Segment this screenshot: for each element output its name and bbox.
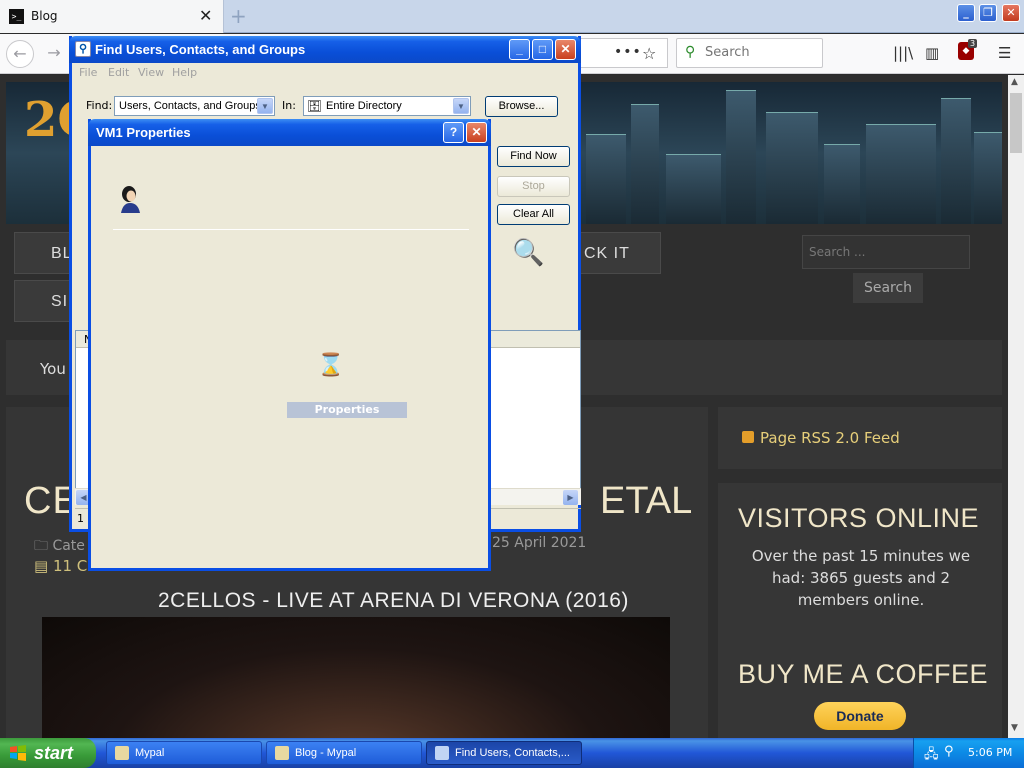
taskbar-item-blog[interactable]: Blog - Mypal — [266, 741, 422, 765]
nav-rock-it[interactable]: CK IT — [567, 232, 661, 274]
visitors-heading: VISITORS ONLINE — [738, 503, 980, 533]
rss-widget: Page RSS 2.0 Feed — [718, 407, 1002, 469]
page-scrollbar[interactable]: ▲ ▼ — [1008, 75, 1024, 740]
user-icon — [121, 186, 140, 213]
taskbar-item-find-users[interactable]: Find Users, Contacts,... — [426, 741, 582, 765]
donate-button[interactable]: Donate — [814, 702, 906, 730]
scroll-up-icon[interactable]: ▲ — [1011, 77, 1018, 87]
search-magnifier-icon: 🔍 — [512, 238, 545, 268]
find-minimize-button[interactable]: _ — [509, 39, 530, 60]
url-bar[interactable]: ••• ☆ — [578, 38, 668, 68]
rss-icon — [742, 431, 754, 443]
network-icon[interactable]: 🖧 — [924, 745, 939, 767]
menu-view[interactable]: View — [138, 66, 164, 79]
taskbar: start Mypal Blog - Mypal Find Users, Con… — [0, 738, 1024, 768]
page-actions-icon[interactable]: ••• — [614, 44, 642, 60]
visitors-text: Over the past 15 minutes we had: 3865 gu… — [751, 547, 971, 609]
tab-title: Blog — [31, 9, 58, 23]
browser-search-input[interactable] — [705, 45, 815, 60]
tab-favicon-icon: >_ — [9, 9, 24, 24]
help-button[interactable]: ? — [443, 122, 464, 143]
video-player[interactable] — [42, 617, 670, 740]
menu-help[interactable]: Help — [172, 66, 197, 79]
browser-tab-bar: >_ Blog ✕ + _ ❐ ✕ — [0, 0, 1024, 33]
vm1-properties-dialog: VM1 Properties ? ✕ ⌛ Properties — [88, 119, 491, 571]
find-maximize-button[interactable]: □ — [532, 39, 553, 60]
find-type-select[interactable]: Users, Contacts, and Groups ▼ — [114, 96, 275, 116]
taskbar-item-mypal[interactable]: Mypal — [106, 741, 262, 765]
search-icon: ⚲ — [685, 44, 696, 60]
breadcrumb-text: You — [40, 360, 66, 378]
minimize-button[interactable]: _ — [957, 4, 975, 22]
hourglass-icon: ⌛ — [317, 353, 345, 378]
chevron-down-icon[interactable]: ▼ — [453, 98, 469, 114]
properties-titlebar[interactable]: VM1 Properties ? ✕ — [88, 119, 491, 146]
in-label: In: — [282, 99, 296, 112]
article-date: 25 April 2021 — [492, 535, 587, 551]
library-icon[interactable]: |||\ — [893, 44, 913, 62]
stop-button[interactable]: Stop — [497, 176, 570, 197]
scope-select[interactable]: 🗄 Entire Directory ▼ — [303, 96, 471, 116]
menu-edit[interactable]: Edit — [108, 66, 129, 79]
bookmark-star-icon[interactable]: ☆ — [642, 44, 656, 63]
windows-logo-icon — [10, 745, 26, 761]
new-tab-button[interactable]: + — [230, 4, 247, 28]
rss-link[interactable]: Page RSS 2.0 Feed — [760, 429, 900, 447]
search-icon[interactable]: ⚲ — [944, 744, 954, 759]
start-button[interactable]: start — [0, 738, 96, 768]
coffee-heading: BUY ME A COFFEE — [738, 659, 989, 689]
article-comments[interactable]: ▤ 11 C — [34, 557, 87, 575]
video-title: 2CELLOS - LIVE AT ARENA DI VERONA (2016) — [158, 589, 629, 612]
directory-icon: 🗄 — [307, 99, 323, 113]
browser-search-box[interactable]: ⚲ — [676, 38, 823, 68]
site-search-input[interactable]: Search ... — [802, 235, 970, 269]
chevron-down-icon[interactable]: ▼ — [257, 98, 273, 114]
find-window-title: Find Users, Contacts, and Groups — [95, 42, 306, 57]
loading-progress: Properties — [287, 402, 407, 418]
back-arrow-icon[interactable]: ← — [6, 40, 34, 68]
browser-tab[interactable]: >_ Blog ✕ — [0, 0, 224, 33]
article-title-end: ETAL — [600, 480, 693, 522]
find-label: Find: — [86, 99, 113, 112]
clear-all-button[interactable]: Clear All — [497, 204, 570, 225]
site-search-button[interactable]: Search — [853, 273, 923, 303]
clock[interactable]: 5:06 PM — [968, 746, 1012, 759]
scroll-thumb[interactable] — [1010, 93, 1022, 153]
coffee-widget: BUY ME A COFFEE Donate — [718, 635, 1002, 740]
browse-button[interactable]: Browse... — [485, 96, 558, 117]
mypal-icon — [275, 746, 289, 760]
system-tray: 🖧 ⚲ 5:06 PM — [913, 738, 1024, 768]
forward-arrow-icon[interactable]: → — [40, 40, 68, 68]
close-window-button[interactable]: ✕ — [1002, 4, 1020, 22]
maximize-button[interactable]: ❐ — [979, 4, 997, 22]
directory-search-icon: ⚲ — [75, 41, 91, 57]
properties-title: VM1 Properties — [96, 125, 191, 140]
scroll-right-icon[interactable]: ▶ — [563, 490, 578, 505]
mypal-icon — [115, 746, 129, 760]
directory-search-icon — [435, 746, 449, 760]
properties-close-button[interactable]: ✕ — [466, 122, 487, 143]
find-now-button[interactable]: Find Now — [497, 146, 570, 167]
ublock-count-badge: 3 — [968, 39, 978, 48]
menu-hamburger-icon[interactable]: ☰ — [998, 44, 1011, 62]
find-close-button[interactable]: ✕ — [555, 39, 576, 60]
start-label: start — [34, 743, 74, 763]
separator — [113, 229, 469, 230]
close-tab-icon[interactable]: ✕ — [199, 6, 212, 25]
scroll-down-icon[interactable]: ▼ — [1011, 723, 1018, 733]
find-window-titlebar[interactable]: ⚲ Find Users, Contacts, and Groups _ □ ✕ — [69, 36, 581, 63]
article-category[interactable]: 🗀 Cate — [34, 535, 85, 559]
menu-file[interactable]: File — [79, 66, 97, 79]
sidebar-icon[interactable]: ▥ — [925, 44, 939, 62]
find-menubar: File Edit View Help — [72, 63, 578, 83]
